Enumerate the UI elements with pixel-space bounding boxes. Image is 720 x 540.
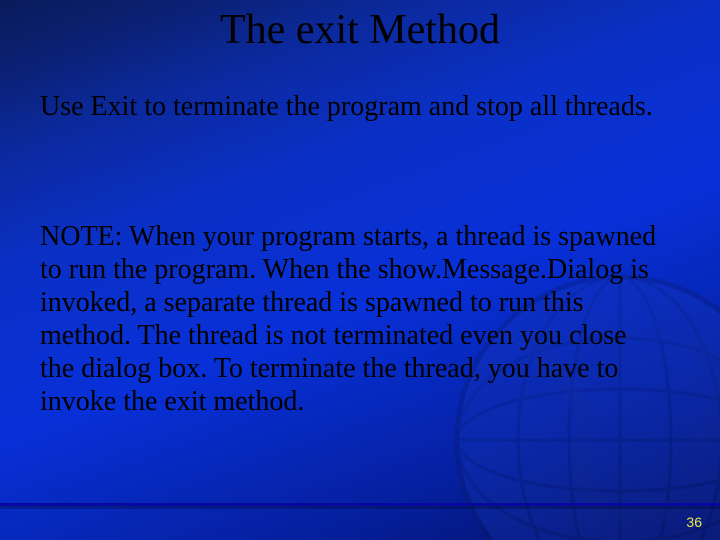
slide-paragraph-1: Use Exit to terminate the program and st… [40, 90, 660, 123]
slide-paragraph-2: NOTE: When your program starts, a thread… [40, 220, 660, 418]
footer-divider [0, 503, 720, 506]
slide: The exit Method Use Exit to terminate th… [0, 0, 720, 540]
page-number: 36 [686, 514, 702, 530]
slide-title: The exit Method [0, 6, 720, 54]
